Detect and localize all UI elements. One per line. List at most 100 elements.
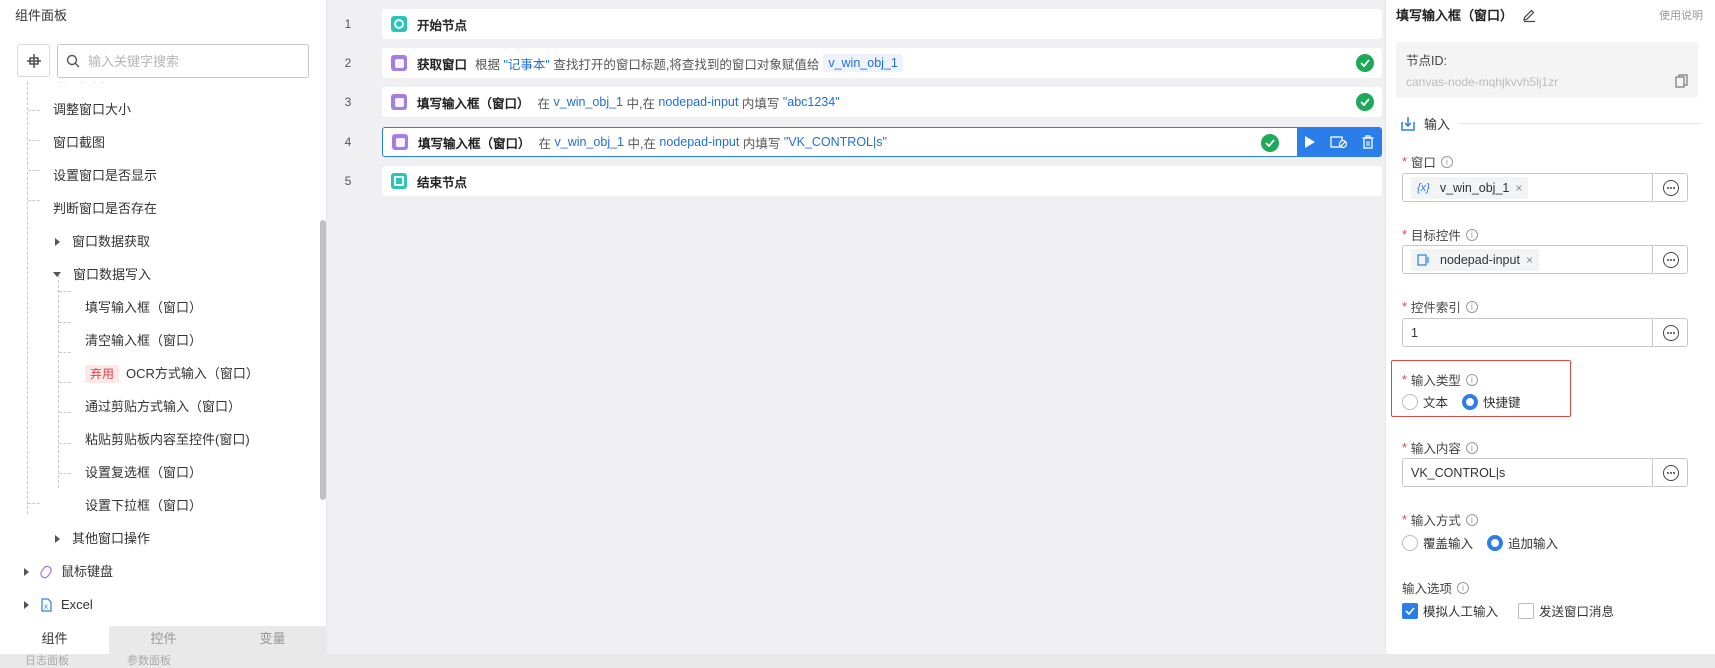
flow-node[interactable]: 填写输入框（窗口） 在 v_win_obj_1 中,在 nodepad-input… (382, 87, 1382, 117)
node-id-value: canvas-node-mqhjkvvh5lj1zr (1406, 75, 1559, 89)
tree-item-label: 调整窗口大小 (53, 102, 132, 117)
required-mark: * (1402, 299, 1407, 314)
target-more-button[interactable] (1654, 245, 1688, 274)
index-input[interactable]: 1 (1402, 318, 1653, 347)
tab-params-panel[interactable]: 参数面板 (127, 654, 171, 668)
tree-guide (59, 443, 71, 444)
info-icon[interactable]: i (1465, 228, 1478, 241)
tree-guide (28, 200, 40, 201)
tree-item-label: 窗口数据写入 (73, 267, 152, 282)
tree-item-label: 其他窗口操作 (72, 531, 151, 546)
window-more-button[interactable] (1654, 173, 1688, 202)
caret-right-icon[interactable] (55, 237, 60, 246)
tree-guide (59, 291, 71, 292)
flow-node[interactable]: 获取窗口 根据 "记事本" 查找打开的窗口标题,将查找到的窗口对象赋值给 v_win… (382, 48, 1382, 78)
node-id-label: 节点ID: (1406, 54, 1447, 68)
radio-overwrite[interactable]: 覆盖输入 (1402, 533, 1473, 552)
tab-variables[interactable]: 变量 (218, 626, 327, 654)
copy-icon[interactable] (1675, 74, 1688, 88)
remove-tag-icon[interactable]: × (1515, 181, 1522, 195)
tree-item-label: 清空输入框（窗口） (85, 333, 203, 348)
node-description: 在 (537, 96, 554, 111)
target-field[interactable]: nodepad-input × (1402, 245, 1653, 274)
edit-icon[interactable] (1521, 7, 1537, 23)
run-icon[interactable] (1304, 135, 1316, 149)
tree-item[interactable]: 填写输入框（窗口） (85, 291, 202, 324)
caret-right-icon[interactable] (55, 534, 60, 543)
tree-item[interactable]: 设置下拉框（窗口） (85, 489, 202, 522)
index-label-text: 控件索引 (1410, 301, 1461, 315)
tree-item[interactable]: 通过剪贴方式输入（窗口） (85, 390, 241, 423)
info-icon[interactable]: i (1440, 155, 1453, 168)
info-icon[interactable]: i (1465, 513, 1478, 526)
options-label-text: 输入选项 (1402, 582, 1453, 596)
tab-controls[interactable]: 控件 (109, 626, 218, 654)
help-link[interactable]: 使用说明 (1659, 7, 1703, 23)
node-variable: v_win_obj_1 (553, 95, 624, 109)
more-icon (1662, 464, 1679, 481)
tree-scrollbar[interactable] (320, 220, 326, 500)
component-tree: 最小化窗口 调整窗口大小 窗口截图 设置窗口是否显示 判断窗口是否存在 窗口数据… (0, 82, 318, 628)
node-variable: nodepad-input (658, 95, 739, 109)
radio-append[interactable]: 追加输入 (1487, 533, 1558, 552)
search-icon (66, 54, 80, 68)
content-input[interactable]: VK_CONTROL|s (1402, 458, 1653, 487)
component-panel: 组件面板 最小化窗口 调整窗口大小 (0, 0, 327, 654)
tab-components[interactable]: 组件 (0, 626, 109, 654)
tree-item[interactable]: 设置窗口是否显示 (53, 159, 157, 192)
remove-tag-icon[interactable]: × (1526, 253, 1533, 267)
tree-item[interactable]: 设置复选框（窗口） (85, 456, 202, 489)
success-check-icon (1356, 93, 1374, 111)
locate-icon (26, 53, 41, 68)
tree-item[interactable]: 弃用 OCR方式输入（窗口） (85, 357, 259, 390)
tree-item[interactable]: 清空输入框（窗口） (85, 324, 202, 357)
index-more-button[interactable] (1654, 318, 1688, 347)
search-box[interactable] (57, 44, 309, 78)
excel-file-icon: X (41, 597, 52, 612)
info-icon[interactable]: i (1465, 300, 1478, 313)
tree-item[interactable]: 最小化窗口 (53, 82, 118, 93)
panel-tabs: 组件 控件 变量 (0, 626, 327, 654)
node-title: 填写输入框（窗口） (418, 136, 531, 151)
window-tag-text: v_win_obj_1 (1439, 180, 1510, 195)
window-label-text: 窗口 (1410, 156, 1436, 170)
info-icon[interactable]: i (1465, 441, 1478, 454)
locate-button[interactable] (17, 44, 50, 77)
flow-node-selected[interactable]: 填写输入框（窗口） 在 v_win_obj_1 中,在 nodepad-input… (382, 127, 1382, 157)
content-more-button[interactable] (1654, 458, 1688, 487)
info-icon[interactable]: i (1457, 581, 1470, 594)
content-field-label: * 输入内容 i (1402, 438, 1478, 457)
tree-item[interactable]: 判断窗口是否存在 (53, 192, 157, 225)
search-input[interactable] (88, 53, 288, 69)
tree-guide (59, 412, 71, 413)
disable-node-icon[interactable] (1330, 135, 1348, 149)
options-checkbox-group: 模拟人工输入 发送窗口消息 (1402, 601, 1628, 620)
tree-item[interactable]: 窗口截图 (53, 126, 105, 159)
row-number: 3 (344, 95, 352, 109)
tab-log-panel[interactable]: 日志面板 (25, 654, 69, 668)
caret-down-icon[interactable] (53, 272, 61, 277)
caret-right-icon[interactable] (24, 600, 29, 609)
tree-group[interactable]: 其他窗口操作 (55, 522, 150, 555)
tree-item[interactable]: 调整窗口大小 (53, 93, 131, 126)
checkbox-simulate-human[interactable]: 模拟人工输入 (1402, 601, 1498, 620)
properties-panel: 填写输入框（窗口） 使用说明 节点ID: canvas-node-mqhjkvv… (1385, 0, 1715, 654)
delete-icon[interactable] (1362, 135, 1374, 149)
tree-item[interactable]: 粘贴剪贴板内容至控件(窗口) (85, 423, 250, 456)
row-number: 1 (344, 17, 352, 31)
window-node-icon (391, 94, 407, 110)
checkbox-label: 发送窗口消息 (1539, 605, 1615, 619)
window-field[interactable]: {x} v_win_obj_1 × (1402, 173, 1653, 202)
caret-right-icon[interactable] (24, 567, 29, 576)
tree-group[interactable]: 窗口数据写入 (53, 258, 151, 291)
tree-guide (59, 322, 71, 323)
tree-category[interactable]: X Excel (24, 588, 93, 621)
flow-node[interactable]: 开始节点 (382, 9, 1382, 39)
checkbox-send-window-message[interactable]: 发送窗口消息 (1518, 601, 1614, 620)
tree-category[interactable]: 鼠标键盘 (24, 555, 113, 588)
window-node-icon (392, 134, 408, 150)
tree-group[interactable]: 窗口数据获取 (55, 225, 150, 258)
method-field-label: * 输入方式 i (1402, 510, 1478, 529)
flow-row: 3 填写输入框（窗口） 在 v_win_obj_1 中,在 nodepad-inpu… (328, 87, 1385, 117)
flow-node[interactable]: 结束节点 (382, 166, 1382, 196)
